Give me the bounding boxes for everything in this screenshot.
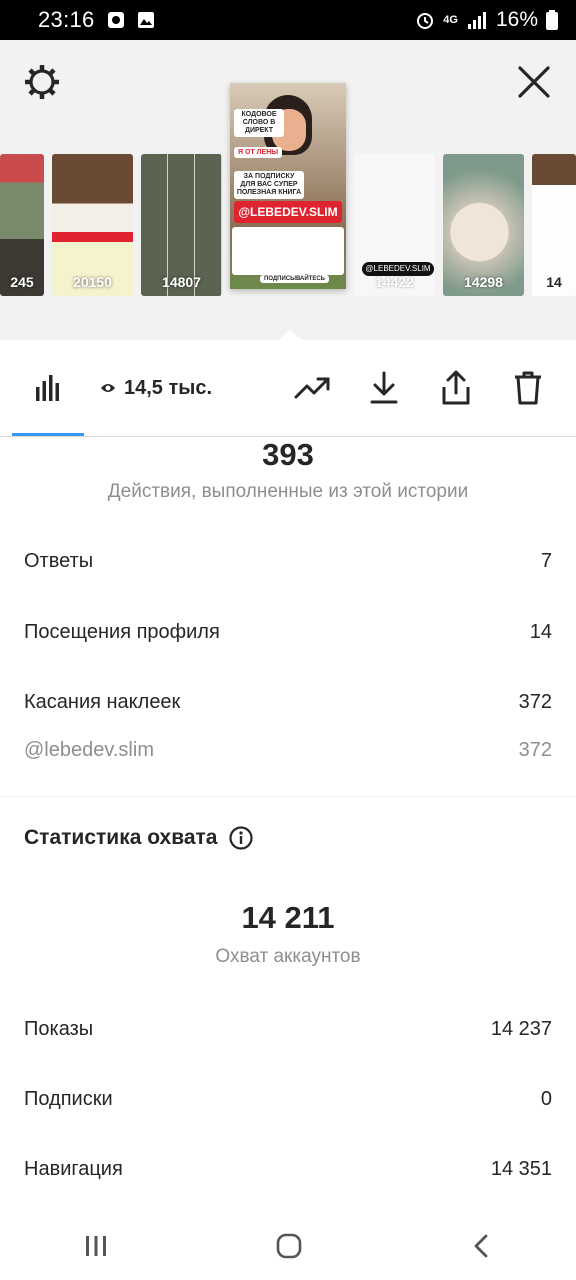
trash-icon bbox=[515, 371, 541, 405]
story-views: 14298 bbox=[464, 274, 503, 290]
active-tab-indicator bbox=[12, 433, 84, 436]
stat-label: Показы bbox=[24, 1018, 94, 1040]
stat-row-mention[interactable]: @lebedev.slim 372 bbox=[24, 739, 552, 762]
download-button[interactable] bbox=[362, 340, 406, 436]
mention-label: @lebedev.slim bbox=[24, 739, 154, 761]
stat-label: Навигация bbox=[24, 1158, 123, 1180]
home-icon[interactable] bbox=[275, 1232, 303, 1260]
section-divider bbox=[0, 796, 576, 797]
stat-label: Касания наклеек bbox=[24, 691, 181, 713]
story-thumbnail[interactable]: 14298 bbox=[443, 154, 524, 296]
stat-row-navigation: Навигация 14 351 bbox=[24, 1158, 552, 1181]
story-thumbnail[interactable]: 14807 bbox=[141, 154, 222, 296]
sticker-from-lena: Я ОТ ЛЕНЫ bbox=[234, 147, 283, 158]
stat-value: 7 bbox=[540, 550, 552, 572]
stat-row-sticker-taps: Касания наклеек 372 bbox=[24, 691, 552, 714]
selected-story-thumbnail[interactable]: КОДОВОЕ СЛОВО В ДИРЕКТ Я ОТ ЛЕНЫ ЗА ПОДП… bbox=[230, 83, 346, 289]
share-button[interactable] bbox=[434, 340, 478, 436]
mention-sticker: @LEBEDEV.SLIM bbox=[234, 201, 342, 223]
reach-total: 14 211 bbox=[241, 900, 335, 935]
download-icon bbox=[370, 371, 398, 404]
stat-label: Ответы bbox=[24, 550, 94, 572]
reach-label: Охват аккаунтов bbox=[215, 946, 361, 967]
gallery-icon bbox=[137, 12, 154, 28]
sticker-code-word: КОДОВОЕ СЛОВО В ДИРЕКТ bbox=[234, 109, 284, 137]
stat-value: 372 bbox=[518, 691, 552, 713]
reach-summary: 14 211 Охват аккаунтов bbox=[0, 900, 576, 968]
recent-apps-icon[interactable] bbox=[83, 1233, 109, 1259]
delete-button[interactable] bbox=[506, 340, 550, 436]
status-time: 23:16 bbox=[38, 7, 95, 32]
story-views: 14 bbox=[546, 274, 562, 290]
battery-percent: 16% bbox=[495, 8, 538, 31]
reach-title: Статистика охвата bbox=[24, 826, 218, 849]
story-thumbnail[interactable]: 20150 bbox=[52, 154, 133, 296]
stat-row-replies: Ответы 7 bbox=[24, 550, 552, 573]
reach-section-title: Статистика охвата bbox=[24, 826, 254, 850]
story-views: 14422 bbox=[375, 274, 414, 290]
eye-icon bbox=[100, 384, 115, 392]
close-icon[interactable] bbox=[514, 62, 554, 102]
stat-value: 372 bbox=[518, 739, 552, 761]
viewers-count: 14,5 тыс. bbox=[123, 376, 213, 399]
story-footer-text: ПОДПИСЫВАЙТЕСЬ bbox=[260, 275, 329, 283]
battery-icon bbox=[546, 10, 558, 30]
alarm-icon bbox=[417, 13, 434, 29]
stat-value: 14 bbox=[529, 621, 552, 643]
trending-up-icon bbox=[294, 377, 330, 399]
actions-summary: 393 Действия, выполненные из этой истори… bbox=[0, 437, 576, 503]
settings-gear-icon[interactable] bbox=[22, 62, 62, 102]
insights-toolbar: 14,5 тыс. bbox=[0, 340, 576, 437]
story-views: 20150 bbox=[73, 274, 112, 290]
story-views: 14807 bbox=[162, 274, 201, 290]
tab-viewers[interactable]: 14,5 тыс. bbox=[96, 340, 216, 436]
network-type: 4G bbox=[443, 14, 458, 26]
stat-row-impressions: Показы 14 237 bbox=[24, 1018, 552, 1041]
stat-value: 14 237 bbox=[490, 1018, 552, 1040]
tab-insights[interactable] bbox=[12, 340, 84, 436]
bar-chart-icon bbox=[36, 375, 59, 401]
stat-row-follows: Подписки 0 bbox=[24, 1088, 552, 1111]
story-views: 245 bbox=[10, 274, 34, 290]
actions-total: 393 bbox=[262, 437, 314, 472]
story-thumbnail[interactable]: 14 bbox=[532, 154, 576, 296]
status-bar: 23:16 4G 16% bbox=[0, 0, 576, 40]
notification-icon bbox=[107, 12, 124, 28]
system-nav-bar bbox=[0, 1212, 576, 1280]
back-icon[interactable] bbox=[469, 1233, 493, 1259]
stat-row-profile-visits: Посещения профиля 14 bbox=[24, 621, 552, 644]
story-text-block bbox=[232, 227, 344, 275]
stat-value: 0 bbox=[540, 1088, 552, 1110]
stat-label: Посещения профиля bbox=[24, 621, 220, 643]
actions-label: Действия, выполненные из этой истории bbox=[107, 481, 469, 502]
share-icon bbox=[442, 370, 470, 405]
sticker-book: ЗА ПОДПИСКУ ДЛЯ ВАС СУПЕР ПОЛЕЗНАЯ КНИГА bbox=[234, 171, 304, 199]
story-thumbnail[interactable]: @LEBEDEV.SLIM 14422 bbox=[354, 154, 435, 296]
stat-label: Подписки bbox=[24, 1088, 113, 1110]
story-thumbnail[interactable]: 245 bbox=[0, 154, 44, 296]
info-icon[interactable] bbox=[229, 826, 254, 850]
signal-icon bbox=[467, 12, 486, 29]
promote-button[interactable] bbox=[288, 340, 336, 436]
stat-value: 14 351 bbox=[490, 1158, 552, 1180]
